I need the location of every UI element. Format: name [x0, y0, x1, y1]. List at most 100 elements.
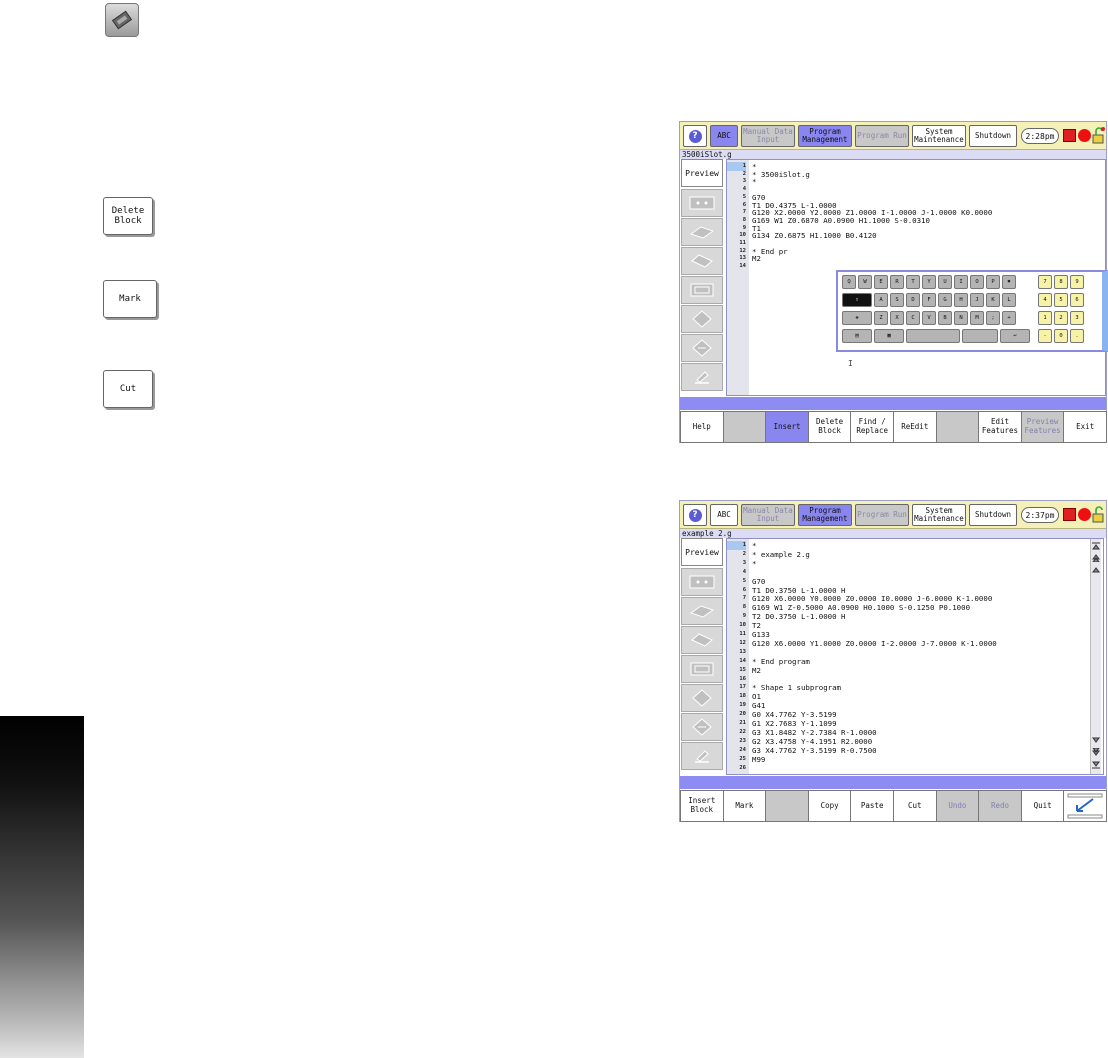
- softkey-9[interactable]: Quit: [1020, 790, 1065, 822]
- code-line[interactable]: 18 O1: [727, 692, 1067, 701]
- softkey-10[interactable]: [1063, 790, 1107, 822]
- scroll-top-icon[interactable]: [1091, 541, 1101, 551]
- code-line[interactable]: 6 T1 D0.3750 L-1.0000 H: [727, 586, 1067, 595]
- page-up-icon[interactable]: [1091, 553, 1101, 563]
- keyboard-key[interactable]: -: [1038, 329, 1052, 343]
- keyboard-key[interactable]: ;: [986, 311, 1000, 325]
- vertical-scrollbar[interactable]: [1090, 539, 1101, 774]
- program-run-tab[interactable]: Program Run: [855, 504, 909, 526]
- paste-key-icon[interactable]: ▦: [874, 329, 904, 343]
- softkey-1[interactable]: Help: [680, 411, 724, 443]
- code-line[interactable]: 10 T2: [727, 621, 1067, 630]
- code-line[interactable]: 7 G120 X6.0000 Y0.0000 Z0.0000 I0.0000 J-…: [727, 594, 1067, 603]
- backspace-key-icon[interactable]: ✖: [1002, 275, 1016, 289]
- softkey-7[interactable]: [935, 411, 980, 443]
- keyboard-key[interactable]: 9: [1070, 275, 1084, 289]
- code-line[interactable]: 24 G3 X4.7762 Y-3.5199 R-0.7500: [727, 746, 1067, 755]
- code-line[interactable]: 19 G41: [727, 701, 1067, 710]
- code-line[interactable]: 3 *: [727, 559, 1067, 568]
- softkey-4[interactable]: Delete Block: [807, 411, 852, 443]
- keyboard-key[interactable]: K: [986, 293, 1000, 307]
- keyboard-key[interactable]: 8: [1054, 275, 1068, 289]
- softkey-5[interactable]: Find / Replace: [850, 411, 894, 443]
- keyboard-key[interactable]: 1: [1038, 311, 1052, 325]
- code-line[interactable]: 25 M99: [727, 755, 1067, 764]
- feature-icon-4[interactable]: [681, 276, 723, 304]
- scroll-up-icon[interactable]: [1091, 565, 1101, 575]
- feature-icon-5[interactable]: [681, 305, 723, 333]
- softkey-4[interactable]: Copy: [807, 790, 852, 822]
- softkey-6[interactable]: Cut: [893, 790, 937, 822]
- code-line[interactable]: 5 G70: [727, 577, 1067, 586]
- feature-icon-3[interactable]: [681, 247, 723, 275]
- keyboard-key[interactable]: 5: [1054, 293, 1068, 307]
- symbols-key[interactable]: [962, 329, 998, 343]
- softkey-8[interactable]: Redo: [978, 790, 1022, 822]
- keyboard-key[interactable]: T: [906, 275, 920, 289]
- softkey-7[interactable]: Undo: [935, 790, 980, 822]
- abc-button[interactable]: ABC: [710, 125, 738, 147]
- feature-icon-3[interactable]: [681, 626, 723, 654]
- keyboard-key[interactable]: 6: [1070, 293, 1084, 307]
- code-line[interactable]: 1 *: [727, 541, 1067, 550]
- code-line[interactable]: 4: [727, 568, 1067, 577]
- code-line[interactable]: 21 G1 X2.7683 Y-1.1099: [727, 719, 1067, 728]
- keyboard-key[interactable]: V: [922, 311, 936, 325]
- shift-key-icon[interactable]: ⇧: [842, 293, 872, 307]
- keyboard-key[interactable]: 7: [1038, 275, 1052, 289]
- softkey-2[interactable]: Mark: [722, 790, 767, 822]
- system-maintenance-tab[interactable]: System Maintenance: [912, 125, 966, 147]
- help-button[interactable]: ?: [683, 504, 707, 526]
- keyboard-key[interactable]: A: [874, 293, 888, 307]
- softkey-6[interactable]: ReEdit: [893, 411, 937, 443]
- keyboard-key[interactable]: W: [858, 275, 872, 289]
- keyboard-key[interactable]: Z: [874, 311, 888, 325]
- code-line[interactable]: 9 T2 D0.3750 L-1.0000 H: [727, 612, 1067, 621]
- softkey-2[interactable]: [722, 411, 767, 443]
- softkey-1[interactable]: Insert Block: [680, 790, 724, 822]
- preview-button[interactable]: Preview: [681, 159, 723, 187]
- keyboard-key[interactable]: F: [922, 293, 936, 307]
- shutdown-button[interactable]: Shutdown: [969, 504, 1017, 526]
- keyboard-key[interactable]: C: [906, 311, 920, 325]
- special-key-icon[interactable]: ❖: [842, 311, 872, 325]
- code-line[interactable]: 26: [727, 764, 1067, 773]
- keyboard-key[interactable]: P: [986, 275, 1000, 289]
- space-key[interactable]: [906, 329, 960, 343]
- softkey-5[interactable]: Paste: [850, 790, 894, 822]
- feature-icon-6[interactable]: [681, 334, 723, 362]
- manual-data-input-tab[interactable]: Manual Data Input: [741, 125, 795, 147]
- abc-button[interactable]: ABC: [710, 504, 738, 526]
- code-line[interactable]: 13: [727, 648, 1067, 657]
- code-line[interactable]: 20 G0 X4.7762 Y-3.5199: [727, 710, 1067, 719]
- keyboard-key[interactable]: M: [970, 311, 984, 325]
- feature-icon-7[interactable]: [681, 742, 723, 770]
- keyboard-key[interactable]: X: [890, 311, 904, 325]
- keyboard-key[interactable]: J: [970, 293, 984, 307]
- keyboard-key[interactable]: 3: [1070, 311, 1084, 325]
- code-line[interactable]: 15 M2: [727, 666, 1067, 675]
- keyboard-key[interactable]: G: [938, 293, 952, 307]
- code-line[interactable]: 14 * End program: [727, 657, 1067, 666]
- feature-icon-7[interactable]: [681, 363, 723, 391]
- feature-icon-2[interactable]: [681, 597, 723, 625]
- program-management-tab[interactable]: Program Management: [798, 125, 852, 147]
- code-line[interactable]: 16: [727, 675, 1067, 684]
- keyboard-key[interactable]: L: [1002, 293, 1016, 307]
- system-maintenance-tab[interactable]: System Maintenance: [912, 504, 966, 526]
- keyboard-key[interactable]: 0: [1054, 329, 1068, 343]
- keyboard-key[interactable]: Y: [922, 275, 936, 289]
- code-line[interactable]: 23 G2 X3.4758 Y-4.1951 R2.0000: [727, 737, 1067, 746]
- help-button[interactable]: ?: [683, 125, 707, 147]
- feature-icon-1[interactable]: [681, 568, 723, 596]
- code-line[interactable]: 22 G3 X1.8482 Y-2.7384 R-1.0000: [727, 728, 1067, 737]
- softkey-9[interactable]: Preview Features: [1020, 411, 1065, 443]
- keyboard-key[interactable]: I: [954, 275, 968, 289]
- code-line[interactable]: 12 G120 X6.0000 Y1.0000 Z0.0000 I-2.0000 …: [727, 639, 1067, 648]
- feature-icon-2[interactable]: [681, 218, 723, 246]
- keyboard-key[interactable]: 4: [1038, 293, 1052, 307]
- manual-data-input-tab[interactable]: Manual Data Input: [741, 504, 795, 526]
- code-line[interactable]: 2 * example 2.g: [727, 550, 1067, 559]
- code-editor[interactable]: 1 * 2 * 3500iSlot.g 3 * 4 5 G70 6 T1 D0.4375 L-1.0…: [726, 159, 1108, 396]
- softkey-10[interactable]: Exit: [1063, 411, 1107, 443]
